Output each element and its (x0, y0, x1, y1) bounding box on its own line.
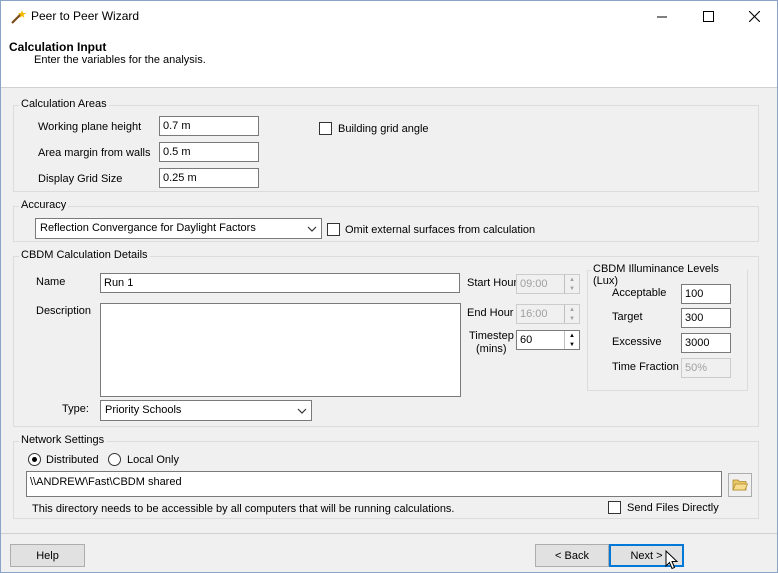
time-fraction-input[interactable]: 50% (681, 358, 731, 378)
network-path-input[interactable]: \\ANDREW\Fast\CBDM shared (26, 471, 722, 497)
area-margin-input[interactable]: 0.5 m (159, 142, 259, 162)
target-input[interactable]: 300 (681, 308, 731, 328)
spin-down-icon: ▼ (569, 341, 575, 348)
wizard-window: Peer to Peer Wizard Calculation Input En… (0, 0, 778, 573)
send-files-checkbox[interactable] (608, 501, 621, 514)
timestep-spin-buttons[interactable]: ▲ ▼ (564, 331, 579, 349)
browse-folder-button[interactable] (728, 473, 752, 497)
area-margin-label: Area margin from walls (38, 147, 151, 159)
send-files-label: Send Files Directly (627, 502, 719, 514)
minimize-button[interactable] (639, 1, 685, 32)
chevron-down-icon (297, 408, 307, 414)
maximize-button[interactable] (685, 1, 731, 32)
minimize-icon (657, 16, 667, 17)
spin-up-icon: ▲ (569, 332, 575, 339)
building-grid-angle-checkbox[interactable] (319, 122, 332, 135)
back-button[interactable]: < Back (535, 544, 609, 567)
start-hour-spin-buttons[interactable]: ▲ ▼ (564, 275, 579, 293)
spin-down-icon: ▼ (569, 285, 575, 292)
accuracy-group: Accuracy Reflection Convergance for Dayl… (13, 199, 759, 242)
calculation-areas-legend: Calculation Areas (19, 98, 109, 110)
cbdm-details-legend: CBDM Calculation Details (19, 249, 150, 261)
working-plane-input[interactable]: 0.7 m (159, 116, 259, 136)
timestep-spinner[interactable]: 60 ▲ ▼ (516, 330, 580, 350)
folder-open-icon (732, 479, 748, 491)
help-button-label: Help (36, 549, 59, 562)
local-only-label: Local Only (127, 454, 179, 466)
close-icon (748, 11, 760, 22)
maximize-icon (702, 11, 714, 22)
target-label: Target (612, 311, 643, 323)
omit-external-checkbox[interactable] (327, 223, 340, 236)
building-grid-angle-label: Building grid angle (338, 123, 429, 135)
chevron-down-icon (307, 226, 317, 232)
close-button[interactable] (731, 1, 777, 32)
grid-size-input[interactable]: 0.25 m (159, 168, 259, 188)
spin-up-icon: ▲ (569, 276, 575, 283)
network-note: This directory needs to be accessible by… (32, 503, 455, 515)
end-hour-label: End Hour (467, 307, 514, 319)
start-hour-label: Start Hour (467, 277, 518, 289)
type-label: Type: (62, 403, 89, 415)
description-textarea[interactable] (100, 303, 461, 397)
type-selected-value: Priority Schools (105, 404, 182, 416)
accuracy-selected-value: Reflection Convergance for Daylight Fact… (40, 222, 256, 234)
illuminance-group: CBDM Illuminance Levels (Lux) Acceptable… (587, 263, 748, 391)
end-hour-spin-buttons[interactable]: ▲ ▼ (564, 305, 579, 323)
distributed-radio[interactable] (28, 453, 41, 466)
mouse-cursor-icon (665, 550, 679, 570)
timestep-value: 60 (520, 334, 533, 346)
distributed-label: Distributed (46, 454, 99, 466)
acceptable-label: Acceptable (612, 287, 667, 299)
accuracy-dropdown[interactable]: Reflection Convergance for Daylight Fact… (35, 218, 322, 239)
description-label: Description (36, 305, 92, 317)
type-dropdown[interactable]: Priority Schools (100, 400, 312, 421)
help-button[interactable]: Help (10, 544, 85, 567)
run-name-input[interactable]: Run 1 (100, 273, 460, 293)
accuracy-legend: Accuracy (19, 199, 69, 211)
back-button-label: < Back (555, 549, 589, 562)
wizard-header: Calculation Input Enter the variables fo… (1, 32, 777, 88)
end-hour-spinner[interactable]: 16:00 ▲ ▼ (516, 304, 580, 324)
spin-up-icon: ▲ (569, 306, 575, 313)
excessive-label: Excessive (612, 336, 662, 348)
page-subtitle: Enter the variables for the analysis. (34, 54, 206, 66)
footer-separator (1, 533, 777, 534)
local-only-radio[interactable] (108, 453, 121, 466)
timestep-units-label: (mins) (476, 343, 507, 355)
run-name-label: Name (36, 276, 66, 288)
start-hour-spinner[interactable]: 09:00 ▲ ▼ (516, 274, 580, 294)
cbdm-details-group: CBDM Calculation Details Name Run 1 Desc… (13, 249, 759, 427)
time-fraction-label: Time Fraction (612, 361, 679, 373)
start-hour-value: 09:00 (520, 278, 548, 290)
next-button-label: Next > (630, 549, 663, 562)
title-bar: Peer to Peer Wizard (1, 1, 777, 32)
excessive-input[interactable]: 3000 (681, 333, 731, 353)
network-settings-legend: Network Settings (19, 434, 107, 446)
network-settings-group: Network Settings Distributed Local Only … (13, 434, 759, 519)
calculation-areas-group: Calculation Areas Working plane height 0… (13, 98, 759, 192)
grid-size-label: Display Grid Size (38, 173, 123, 185)
end-hour-value: 16:00 (520, 308, 548, 320)
acceptable-input[interactable]: 100 (681, 284, 731, 304)
spin-down-icon: ▼ (569, 315, 575, 322)
timestep-label: Timestep (469, 330, 514, 342)
magic-wand-icon (11, 10, 26, 24)
working-plane-label: Working plane height (38, 121, 142, 133)
page-title: Calculation Input (9, 40, 107, 54)
window-title: Peer to Peer Wizard (31, 9, 140, 23)
omit-external-label: Omit external surfaces from calculation (345, 224, 536, 236)
